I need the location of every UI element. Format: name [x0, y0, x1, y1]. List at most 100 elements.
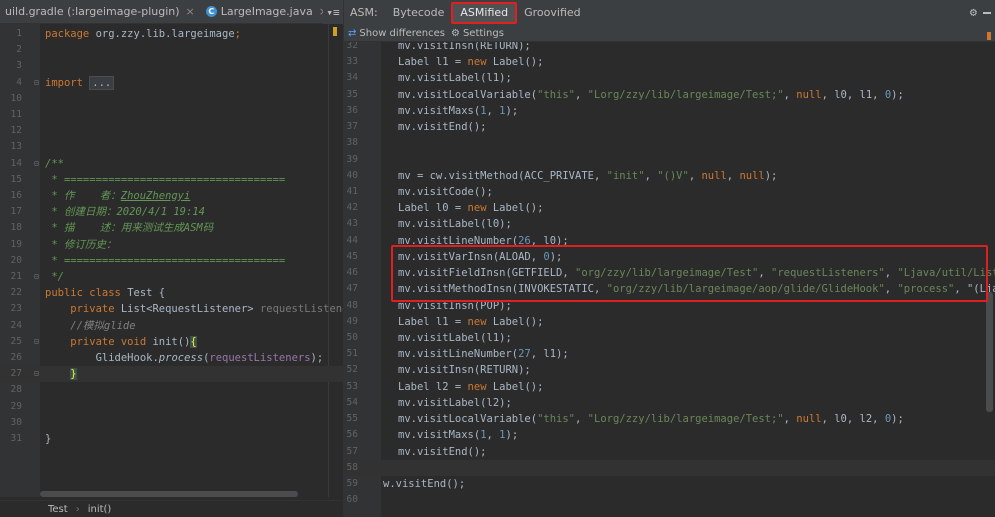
asm-code-line[interactable]: 39 [344, 152, 995, 168]
asm-code-line[interactable]: 37 mv.visitEnd(); [344, 119, 995, 135]
code-line[interactable]: 21 ⊟ */ [0, 269, 343, 285]
editor-tab-0[interactable]: uild.gradle (:largeimage-plugin) × [0, 0, 201, 23]
line-number: 40 [346, 169, 358, 181]
code-line[interactable]: 20 * =================================== [0, 253, 343, 269]
code-token: * =================================== [45, 254, 286, 267]
asm-code-line[interactable]: 32 mv.visitInsn(RETURN); [344, 42, 995, 54]
asm-code-line[interactable]: 33 Label l1 = new Label(); [344, 54, 995, 70]
asm-code-line[interactable]: 54 mv.visitLabel(l2); [344, 395, 995, 411]
settings-button[interactable]: ⚙ Settings [451, 28, 504, 39]
code-token: * 描 述：用来测试生成ASM码 [45, 222, 214, 235]
asm-code-line[interactable]: 55 mv.visitLocalVariable("this", "Lorg/zz… [344, 411, 995, 427]
code-token: { [190, 335, 197, 348]
line-number: 58 [346, 461, 358, 473]
asmified-code[interactable]: 32 mv.visitInsn(RETURN); 33 Label l1 = new … [344, 42, 995, 517]
code-line[interactable]: 15 * =================================== [0, 172, 343, 188]
asm-code-line[interactable]: 49 Label l1 = new Label(); [344, 314, 995, 330]
line-number: 42 [346, 202, 358, 214]
asm-code-line[interactable]: 46 mv.visitFieldInsn(GETFIELD, "org/zzy/l… [344, 265, 995, 281]
fold-toggle-icon[interactable]: ⊟ [34, 334, 39, 350]
code-line[interactable]: 25 ⊟ private void init(){ [0, 334, 343, 350]
asm-code-line[interactable]: 52 mv.visitInsn(RETURN); [344, 362, 995, 378]
error-stripe-marker[interactable] [987, 32, 991, 40]
code-line[interactable]: 27 ⊟ } [0, 366, 343, 383]
code-line[interactable]: 10 [0, 91, 343, 107]
asm-code-line[interactable]: 53 Label l2 = new Label(); [344, 379, 995, 395]
asm-code-text: Label l1 = new Label(); [398, 315, 544, 328]
asm-code-line[interactable]: 50 mv.visitLabel(l1); [344, 330, 995, 346]
fold-toggle-icon[interactable]: ⊟ [34, 75, 39, 91]
editor-tab-label: uild.gradle (:largeimage-plugin) [5, 5, 180, 18]
asm-code-line[interactable]: 42 Label l0 = new Label(); [344, 200, 995, 216]
editor-tab-1[interactable]: CLargeImage.java× [201, 0, 334, 23]
asm-code-line[interactable]: 38 [344, 135, 995, 151]
asm-code-line[interactable]: 34 mv.visitLabel(l1); [344, 70, 995, 86]
fold-toggle-icon[interactable]: ⊟ [34, 366, 39, 382]
code-text: * 创建日期：2020/4/1 19:14 [45, 204, 205, 220]
asm-code-line[interactable]: 51 mv.visitLineNumber(27, l1); [344, 346, 995, 362]
asm-tab-bytecode[interactable]: Bytecode [386, 0, 452, 25]
code-line[interactable]: 24 //模拟glide [0, 318, 343, 334]
asm-code-line[interactable]: 40 mv = cw.visitMethod(ACC_PRIVATE, "init… [344, 168, 995, 184]
asm-code-line[interactable]: 44 mv.visitLineNumber(26, l0); [344, 233, 995, 249]
line-number: 18 [10, 222, 22, 234]
asm-code-line[interactable]: 47 mv.visitMethodInsn(INVOKESTATIC, "org/… [344, 281, 995, 297]
code-token: ); [310, 352, 324, 364]
asm-code-line[interactable]: 48 mv.visitInsn(POP); [344, 298, 995, 314]
tab-list-menu-button[interactable]: ▾≡ [323, 0, 343, 24]
vertical-scrollbar[interactable] [986, 42, 994, 517]
code-line[interactable]: 12 [0, 123, 343, 139]
line-number: 49 [346, 315, 358, 327]
asm-code-line[interactable]: 56 mv.visitMaxs(1, 1); [344, 427, 995, 443]
fold-toggle-icon[interactable]: ⊟ [34, 156, 39, 172]
scrollbar-thumb[interactable] [986, 292, 993, 412]
breadcrumb-item[interactable]: init() [88, 504, 112, 515]
code-line[interactable]: 17 * 创建日期：2020/4/1 19:14 [0, 204, 343, 220]
fold-toggle-icon[interactable]: ⊟ [34, 269, 39, 285]
asm-code-line[interactable]: 57 mv.visitEnd(); [344, 444, 995, 460]
asm-code-line[interactable]: 59 w.visitEnd(); [344, 476, 995, 492]
asm-code-line[interactable]: 60 [344, 492, 995, 508]
code-token: init() [152, 335, 191, 348]
asm-code-line[interactable]: 41 mv.visitCode(); [344, 184, 995, 200]
code-line[interactable]: 13 [0, 139, 343, 155]
code-line[interactable]: 16 * 作 者：ZhouZhengyi [0, 188, 343, 204]
show-differences-button[interactable]: ⇄ Show differences [348, 28, 445, 39]
code-line[interactable]: 14 ⊟ /** [0, 156, 343, 172]
asm-tab-groovified[interactable]: Groovified [517, 0, 588, 25]
code-line[interactable]: 30 [0, 415, 343, 431]
code-line[interactable]: 3 [0, 58, 343, 74]
code-token: Test { [127, 287, 166, 300]
horizontal-scrollbar[interactable] [40, 491, 298, 497]
code-text: * 修订历史： [45, 237, 116, 253]
minimize-icon[interactable] [983, 12, 991, 14]
asm-code-line[interactable]: 43 mv.visitLabel(l0); [344, 216, 995, 232]
code-line[interactable]: 28 [0, 382, 343, 398]
code-line[interactable]: 31} [0, 431, 343, 447]
code-line[interactable]: 23 private List<RequestListener> request… [0, 301, 343, 317]
line-number: 56 [346, 429, 358, 441]
close-icon[interactable]: × [186, 5, 195, 18]
code-line[interactable]: 19 * 修订历史： [0, 237, 343, 253]
code-line[interactable]: 22 public class Test { [0, 285, 343, 301]
code-line[interactable]: 26 GlideHook.process(requestListeners); [0, 350, 343, 366]
code-line[interactable]: 4 ⊟ import ... [0, 75, 343, 91]
code-line[interactable]: 11 [0, 107, 343, 123]
breadcrumb-item[interactable]: Test [48, 504, 68, 515]
asm-code-line[interactable]: 58 [344, 459, 995, 476]
code-line[interactable]: 1 package org.zzy.lib.largeimage; [0, 26, 343, 42]
code-line[interactable]: 29 [0, 399, 343, 415]
gear-icon[interactable]: ⚙ [970, 5, 977, 19]
code-token: List<RequestListener> [120, 303, 260, 316]
diff-icon: ⇄ [348, 27, 357, 39]
code-line[interactable]: 2 [0, 42, 343, 58]
code-token: ... [89, 75, 115, 90]
asm-tab-asmified[interactable]: ASMified [451, 1, 518, 24]
asm-code-line[interactable]: 35 mv.visitLocalVariable("this", "Lorg/zz… [344, 87, 995, 103]
asm-code-line[interactable]: 36 mv.visitMaxs(1, 1); [344, 103, 995, 119]
line-number: 33 [346, 56, 358, 68]
asm-code-line[interactable]: 45 mv.visitVarInsn(ALOAD, 0); [344, 249, 995, 265]
line-number: 16 [10, 190, 22, 201]
code-line[interactable]: 18 * 描 述：用来测试生成ASM码 [0, 220, 343, 236]
